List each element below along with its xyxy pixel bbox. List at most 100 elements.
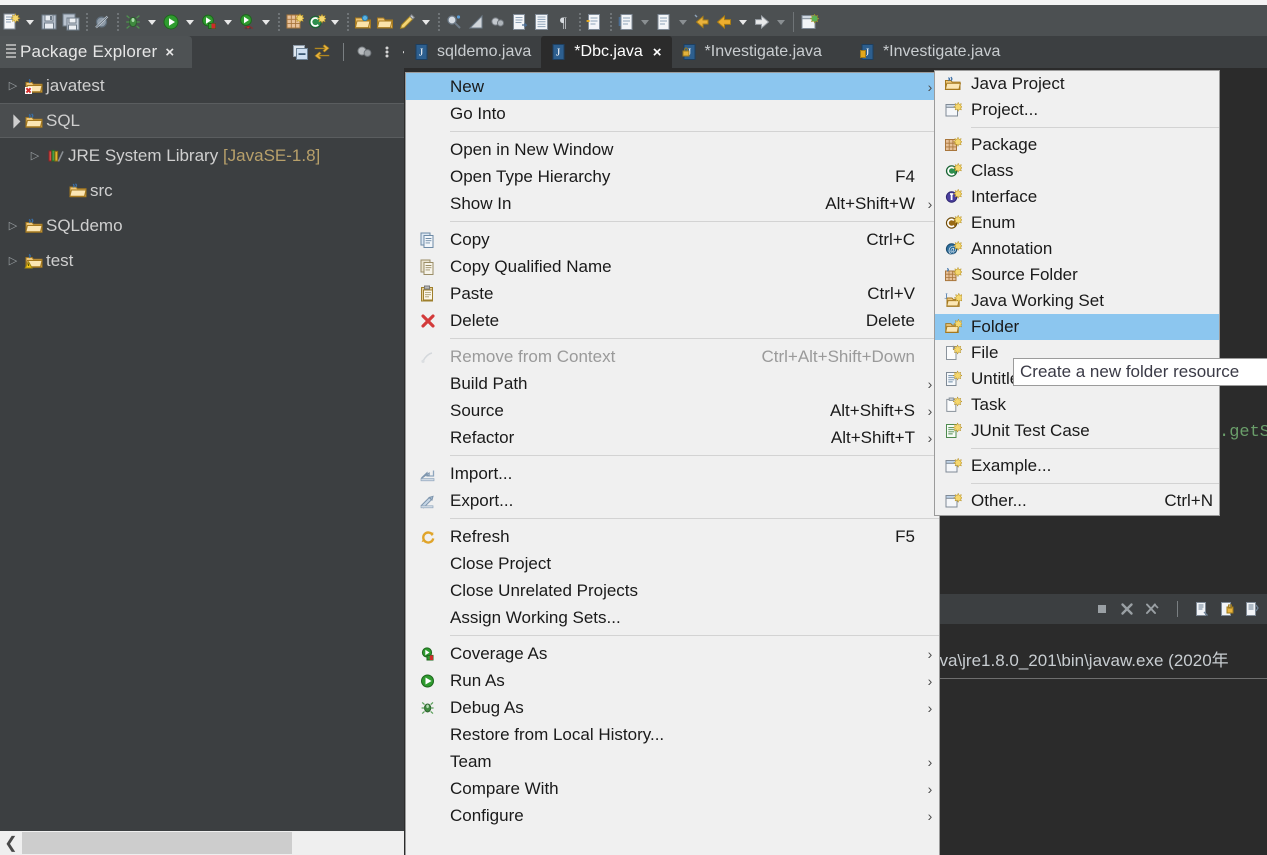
package-explorer-tab[interactable]: Package Explorer × (0, 36, 192, 68)
new-package-icon[interactable] (283, 12, 305, 32)
prev-annotation-icon[interactable] (531, 12, 553, 32)
run-icon[interactable] (160, 12, 182, 32)
show-whitespace-icon[interactable]: ¶ (553, 12, 575, 32)
forward-icon[interactable] (751, 12, 773, 32)
next-member-icon[interactable] (653, 12, 675, 32)
menu-item-build-path[interactable]: Build Path › (406, 370, 939, 397)
new-wizard-dropdown[interactable] (22, 12, 38, 32)
profile-icon[interactable] (236, 12, 258, 32)
remove-all-terminated-icon[interactable] (1141, 598, 1163, 620)
highlight-dropdown[interactable] (418, 12, 434, 32)
close-icon[interactable]: × (653, 44, 662, 61)
collapse-all-icon[interactable] (290, 40, 310, 64)
submenu-item-task[interactable]: Task (935, 392, 1219, 418)
link-icon[interactable] (487, 12, 509, 32)
menu-item-configure[interactable]: Configure › (406, 802, 939, 829)
package-explorer-tree[interactable]: ▷ javatest ◢ SQL ▷ JRE System Library [JavaSE… (0, 68, 404, 831)
menu-item-assign-working-sets[interactable]: Assign Working Sets... (406, 604, 939, 631)
submenu-item-example[interactable]: Example... (935, 453, 1219, 479)
menu-item-source[interactable]: Source Alt+Shift+S › (406, 397, 939, 424)
submenu-item-annotation[interactable]: @ Annotation (935, 236, 1219, 262)
next-member-dropdown[interactable] (675, 12, 691, 32)
menu-item-compare-with[interactable]: Compare With › (406, 775, 939, 802)
chevron-right-icon[interactable]: ▷ (4, 79, 22, 92)
menu-item-show-in[interactable]: Show In Alt+Shift+W › (406, 190, 939, 217)
menu-item-team[interactable]: Team › (406, 748, 939, 775)
menu-item-copy-qualified-name[interactable]: Copy Qualified Name (406, 253, 939, 280)
menu-item-refactor[interactable]: Refactor Alt+Shift+T › (406, 424, 939, 451)
menu-item-open-in-new-window[interactable]: Open in New Window (406, 136, 939, 163)
highlight-icon[interactable] (396, 12, 418, 32)
tree-item-javatest[interactable]: ▷ javatest (0, 68, 404, 103)
tree-item-src[interactable]: src (0, 173, 404, 208)
submenu-item-project[interactable]: Project... (935, 97, 1219, 123)
save-icon[interactable] (38, 12, 60, 32)
remove-launch-icon[interactable] (1116, 598, 1138, 620)
package-explorer-horizontal-scrollbar[interactable]: ❮ (0, 831, 404, 855)
menu-item-debug-as[interactable]: Debug As › (406, 694, 939, 721)
new-submenu[interactable]: Java Project Project... Package Class Interf… (934, 70, 1220, 516)
menu-item-paste[interactable]: Paste Ctrl+V (406, 280, 939, 307)
debug-icon[interactable] (122, 12, 144, 32)
forward-dropdown[interactable] (773, 12, 789, 32)
submenu-item-source-folder[interactable]: Source Folder (935, 262, 1219, 288)
menu-item-go-into[interactable]: Go Into (406, 100, 939, 127)
editor-tab--investigate-java[interactable]: J *Investigate.java (672, 36, 832, 68)
chevron-right-icon[interactable]: ▷ (4, 219, 22, 232)
new-java-project-icon[interactable] (798, 12, 820, 32)
console-view[interactable]: ava\jre1.8.0_201\bin\javaw.exe (2020年 (930, 624, 1267, 855)
tree-item-test[interactable]: ▷ test (0, 243, 404, 278)
view-filters-icon[interactable] (355, 40, 375, 64)
run-dropdown[interactable] (182, 12, 198, 32)
save-all-icon[interactable] (60, 12, 82, 32)
profile-dropdown[interactable] (258, 12, 274, 32)
menu-item-coverage-as[interactable]: Coverage As › (406, 640, 939, 667)
scrollbar-thumb[interactable] (22, 832, 292, 854)
menu-item-new[interactable]: New › (406, 73, 939, 100)
display-selected-console-icon[interactable] (1241, 598, 1263, 620)
prev-member-dropdown[interactable] (637, 12, 653, 32)
view-menu-icon[interactable] (377, 40, 397, 64)
submenu-item-enum[interactable]: Enum (935, 210, 1219, 236)
pin-console-icon[interactable] (1216, 598, 1238, 620)
tree-item-sql[interactable]: ◢ SQL (0, 103, 404, 138)
submenu-item-interface[interactable]: Interface (935, 184, 1219, 210)
menu-item-restore-from-local-history[interactable]: Restore from Local History... (406, 721, 939, 748)
menu-item-open-type-hierarchy[interactable]: Open Type Hierarchy F4 (406, 163, 939, 190)
new-class-icon[interactable] (305, 12, 327, 32)
editor-tab--investigate-java[interactable]: J *Investigate.java (850, 36, 1010, 68)
menu-item-close-project[interactable]: Close Project (406, 550, 939, 577)
chevron-right-icon[interactable]: ▷ (4, 254, 22, 267)
editor-tab-sqldemo-java[interactable]: Jsqldemo.java (404, 36, 541, 68)
scroll-left-icon[interactable]: ❮ (0, 833, 22, 853)
coverage-dropdown[interactable] (220, 12, 236, 32)
debug-dropdown[interactable] (144, 12, 160, 32)
submenu-item-junit-test-case[interactable]: JUnit Test Case (935, 418, 1219, 444)
open-task-icon[interactable] (374, 12, 396, 32)
submenu-item-java-project[interactable]: Java Project (935, 71, 1219, 97)
submenu-item-package[interactable]: Package (935, 132, 1219, 158)
chevron-right-icon[interactable]: ▷ (26, 149, 44, 162)
tree-item-sqldemo[interactable]: ▷ SQLdemo (0, 208, 404, 243)
submenu-item-folder[interactable]: Folder (935, 314, 1219, 340)
open-type-icon[interactable] (352, 12, 374, 32)
prev-member-icon[interactable] (615, 12, 637, 32)
submenu-item-java-working-set[interactable]: J Java Working Set (935, 288, 1219, 314)
coverage-icon[interactable] (198, 12, 220, 32)
search-icon[interactable] (443, 12, 465, 32)
terminate-icon[interactable] (1091, 598, 1113, 620)
skip-all-breakpoints-icon[interactable] (91, 12, 113, 32)
menu-item-refresh[interactable]: Refresh F5 (406, 523, 939, 550)
next-edit-icon[interactable] (584, 12, 606, 32)
back-dropdown[interactable] (735, 12, 751, 32)
ruler-icon[interactable] (465, 12, 487, 32)
back-history-icon[interactable] (691, 12, 713, 32)
close-icon[interactable]: × (165, 44, 174, 61)
tree-item-jre-system-library[interactable]: ▷ JRE System Library [JavaSE-1.8] (0, 138, 404, 173)
project-context-menu[interactable]: New › Go Into Open in New Window Open Type H… (405, 72, 940, 855)
submenu-item-class[interactable]: Class (935, 158, 1219, 184)
submenu-item-other[interactable]: Other... Ctrl+N (935, 488, 1219, 514)
menu-item-import[interactable]: Import... (406, 460, 939, 487)
new-class-dropdown[interactable] (327, 12, 343, 32)
next-annotation-icon[interactable] (509, 12, 531, 32)
